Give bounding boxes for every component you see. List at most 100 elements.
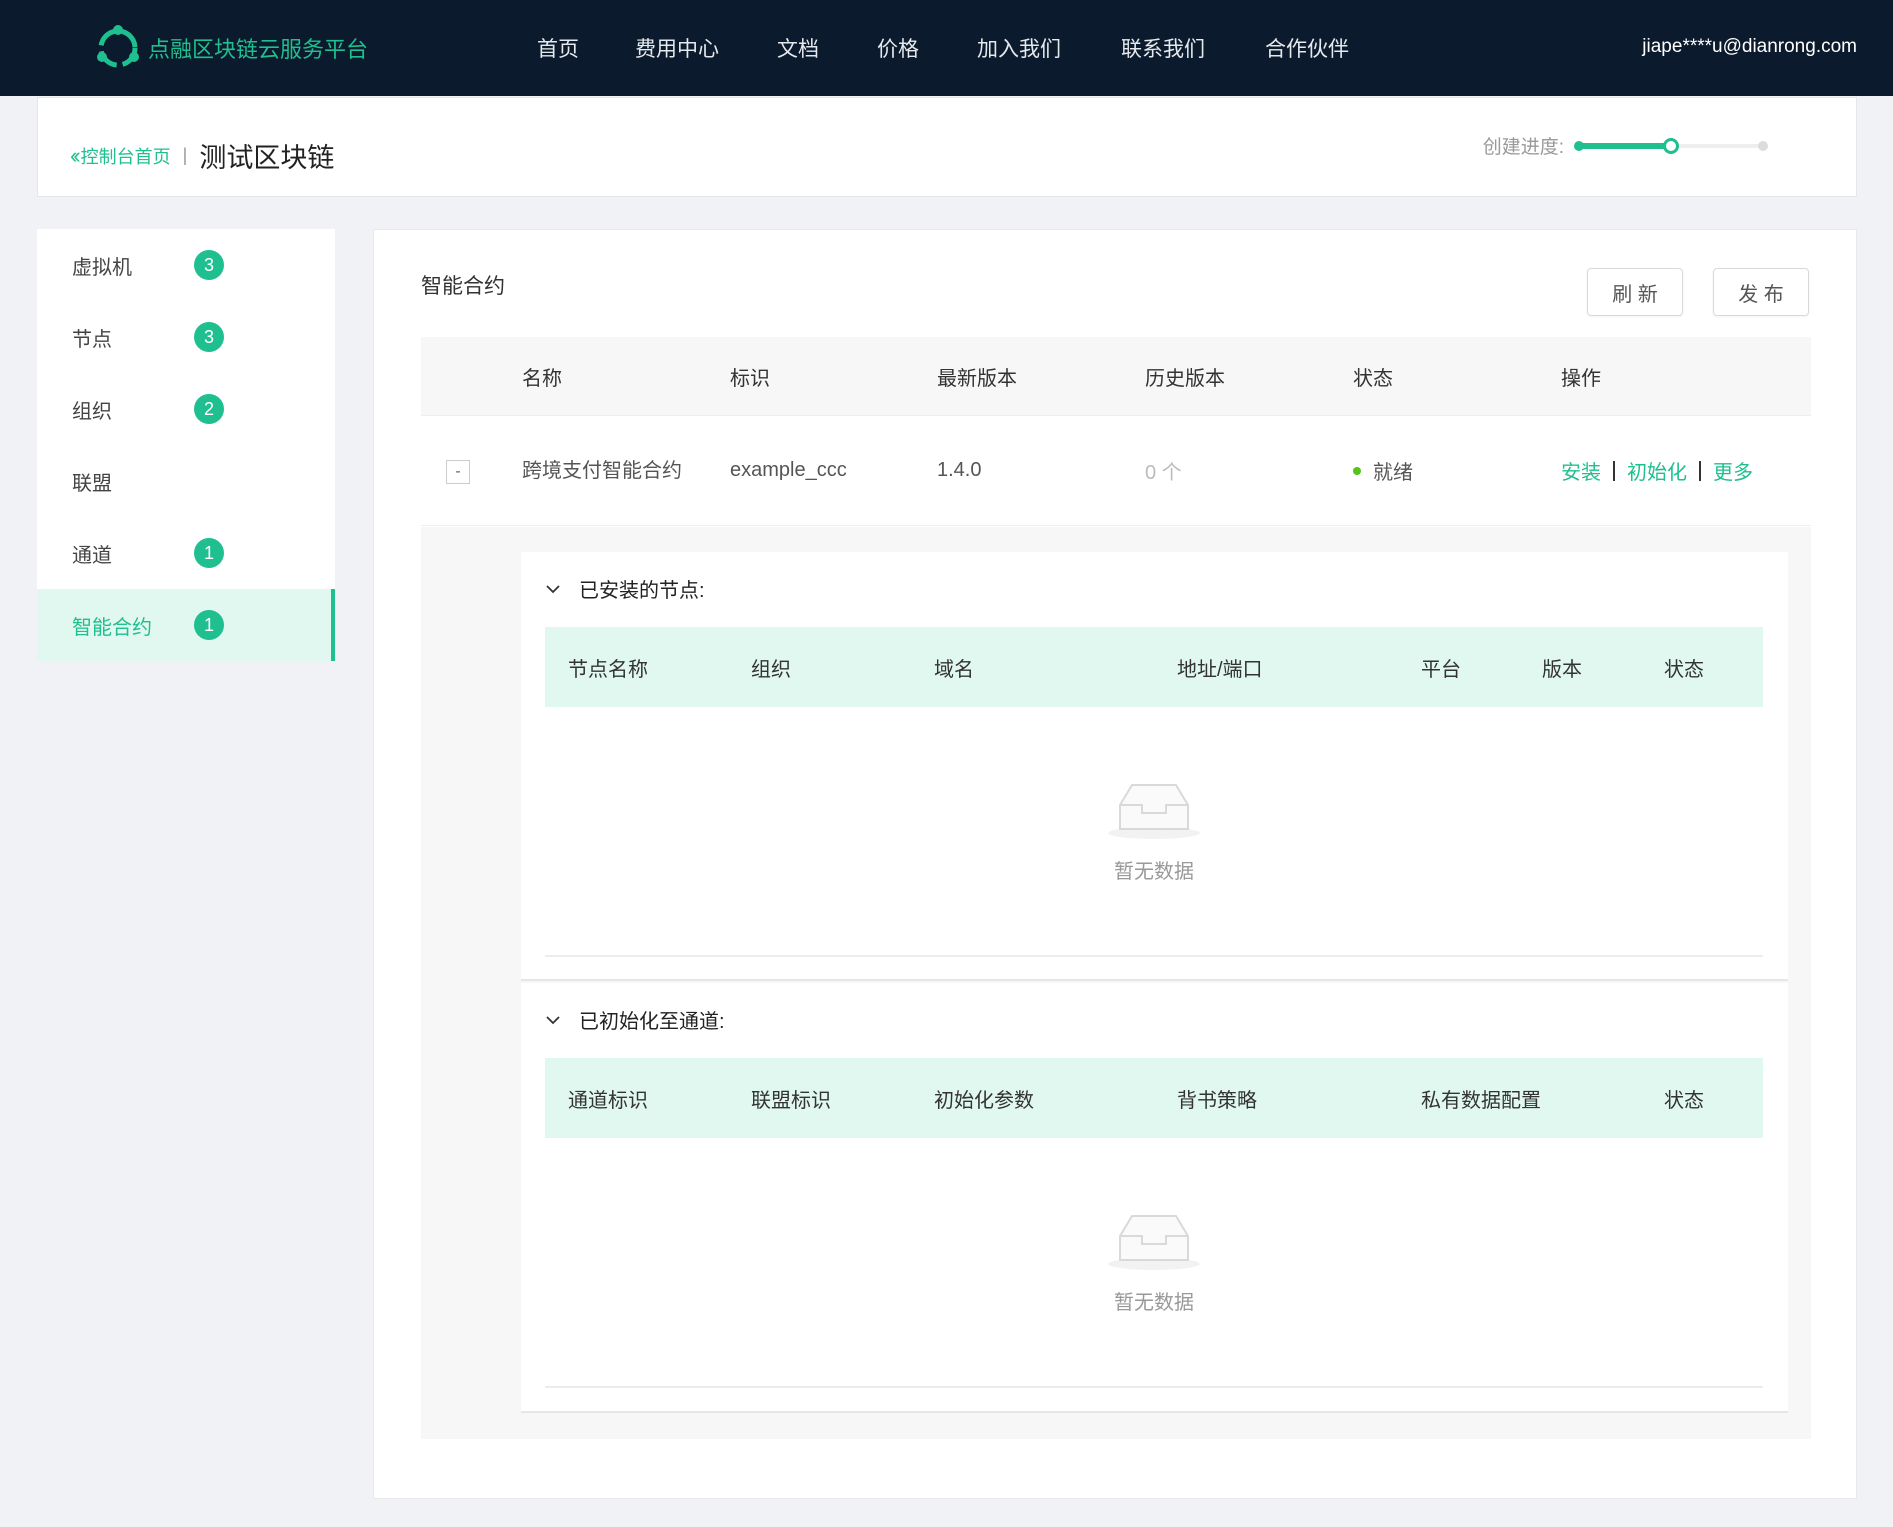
status-text: 就绪	[1373, 462, 1413, 484]
installed-nodes-panel: 已安装的节点: 节点名称 组织 域名 地址/端口 平台 版本 状态 暂无数据	[521, 552, 1788, 981]
initialized-channels-header: 通道标识 联盟标识 初始化参数 背书策略 私有数据配置 状态	[545, 1058, 1763, 1138]
count-badge: 2	[194, 394, 224, 424]
install-link[interactable]: 安装	[1561, 456, 1601, 485]
empty-inbox-icon	[1108, 1214, 1200, 1270]
contract-history-count: 0 个	[1145, 462, 1182, 484]
nav-item-home[interactable]: 首页	[537, 33, 579, 63]
row-actions: 安装 初始化 更多	[1561, 416, 1753, 525]
column-header-consortium-id: 联盟标识	[751, 1089, 831, 1112]
table-row: - 跨境支付智能合约 example_ccc 1.4.0 0 个 就绪 安装 初…	[421, 416, 1811, 526]
sidebar-item-nodes[interactable]: 节点 3	[37, 301, 335, 373]
nav-item-partners[interactable]: 合作伙伴	[1265, 33, 1349, 63]
sidebar-item-label: 智能合约	[72, 616, 152, 639]
empty-state: 暂无数据	[545, 1138, 1763, 1388]
initialized-channels-panel: 已初始化至通道: 通道标识 联盟标识 初始化参数 背书策略 私有数据配置 状态 …	[521, 983, 1788, 1413]
sidebar-item-consortium[interactable]: 联盟	[37, 445, 335, 517]
section-title: 智能合约	[421, 275, 505, 298]
count-badge: 3	[194, 250, 224, 280]
top-nav: 点融区块链云服务平台 首页 费用中心 文档 价格 加入我们 联系我们 合作伙伴 …	[0, 0, 1893, 96]
empty-text: 暂无数据	[1114, 860, 1194, 883]
column-header-actions: 操作	[1561, 367, 1601, 390]
progress-end-dot	[1758, 140, 1768, 151]
nav-item-join-us[interactable]: 加入我们	[977, 33, 1061, 63]
column-header-name: 名称	[522, 367, 562, 390]
column-header-private-data-config: 私有数据配置	[1421, 1089, 1541, 1112]
double-chevron-left-icon: ‹‹	[70, 142, 80, 168]
column-header-channel-id: 通道标识	[568, 1089, 648, 1112]
sidebar-item-label: 节点	[72, 328, 112, 351]
logo-text: 点融区块链云服务平台	[148, 37, 369, 62]
column-header-status: 状态	[1664, 1089, 1704, 1112]
main-panel: 智能合约 刷 新 发 布 名称 标识 最新版本 历史版本 状态 操作 - 跨境支…	[373, 229, 1857, 1499]
creation-progress: 创建进度:	[1482, 132, 1768, 159]
collapse-row-button[interactable]: -	[446, 460, 470, 484]
panel-title: 已初始化至通道:	[579, 1011, 725, 1033]
row-expanded-area: 已安装的节点: 节点名称 组织 域名 地址/端口 平台 版本 状态 暂无数据 已…	[421, 527, 1811, 1439]
installed-nodes-header: 节点名称 组织 域名 地址/端口 平台 版本 状态	[545, 627, 1763, 707]
status-dot-icon	[1353, 466, 1361, 475]
action-divider	[1613, 460, 1615, 481]
table-header: 名称 标识 最新版本 历史版本 状态 操作	[421, 337, 1811, 416]
column-header-history-version: 历史版本	[1145, 367, 1225, 390]
column-header-domain: 域名	[934, 658, 974, 681]
action-divider	[1699, 460, 1701, 481]
nav-item-docs[interactable]: 文档	[777, 33, 819, 63]
sidebar: 虚拟机 3 节点 3 组织 2 联盟 通道 1 智能合约 1	[37, 229, 335, 661]
progress-label: 创建进度:	[1482, 137, 1564, 158]
nav-item-billing[interactable]: 费用中心	[635, 33, 719, 63]
progress-fill	[1576, 142, 1671, 149]
more-link[interactable]: 更多	[1713, 456, 1753, 485]
nav-menu: 首页 费用中心 文档 价格 加入我们 联系我们 合作伙伴	[537, 0, 1349, 96]
empty-text: 暂无数据	[1114, 1291, 1194, 1314]
contracts-table: 名称 标识 最新版本 历史版本 状态 操作 - 跨境支付智能合约 example…	[421, 337, 1811, 526]
sidebar-item-channels[interactable]: 通道 1	[37, 517, 335, 589]
sidebar-item-label: 虚拟机	[72, 256, 132, 279]
column-header-status: 状态	[1664, 658, 1704, 681]
sidebar-item-label: 通道	[72, 544, 112, 567]
user-email[interactable]: jiape****u@dianrong.com	[1642, 36, 1857, 58]
back-to-console-link[interactable]: ‹‹ 控制台首页	[70, 143, 171, 169]
count-badge: 1	[194, 610, 224, 640]
contract-status: 就绪	[1353, 416, 1413, 525]
page-header: ‹‹ 控制台首页 | 测试区块链 创建进度:	[37, 97, 1857, 197]
chevron-down-icon	[546, 584, 560, 593]
contract-id: example_ccc	[730, 459, 847, 481]
logo-icon	[97, 25, 139, 68]
breadcrumb: ‹‹ 控制台首页 | 测试区块链	[70, 136, 334, 175]
contract-name: 跨境支付智能合约	[522, 459, 682, 482]
chevron-down-icon	[546, 1015, 560, 1024]
column-header-node-name: 节点名称	[568, 658, 648, 681]
column-header-endorsement-policy: 背书策略	[1177, 1089, 1257, 1112]
column-header-address-port: 地址/端口	[1177, 658, 1263, 681]
column-header-org: 组织	[751, 658, 791, 681]
installed-nodes-toggle[interactable]: 已安装的节点:	[545, 574, 705, 603]
empty-state: 暂无数据	[545, 707, 1763, 957]
publish-button[interactable]: 发 布	[1713, 268, 1809, 316]
column-header-status: 状态	[1353, 367, 1393, 390]
sidebar-item-smart-contracts[interactable]: 智能合约 1	[37, 589, 335, 661]
initialized-channels-toggle[interactable]: 已初始化至通道:	[545, 1005, 725, 1034]
empty-inbox-icon	[1108, 783, 1200, 839]
refresh-button[interactable]: 刷 新	[1587, 268, 1683, 316]
breadcrumb-separator: |	[182, 145, 188, 165]
logo[interactable]: 点融区块链云服务平台	[94, 24, 368, 72]
panel-title: 已安装的节点:	[579, 580, 705, 602]
nav-item-pricing[interactable]: 价格	[877, 33, 919, 63]
contract-version: 1.4.0	[937, 459, 982, 481]
column-header-platform: 平台	[1421, 658, 1461, 681]
progress-track	[1574, 136, 1768, 156]
sidebar-item-vm[interactable]: 虚拟机 3	[37, 229, 335, 301]
count-badge: 1	[194, 538, 224, 568]
count-badge: 3	[194, 322, 224, 352]
sidebar-item-label: 联盟	[72, 472, 112, 495]
column-header-version: 版本	[1542, 658, 1582, 681]
sidebar-item-label: 组织	[72, 400, 112, 423]
column-header-init-params: 初始化参数	[934, 1089, 1034, 1112]
progress-start-dot	[1574, 140, 1584, 151]
sidebar-item-orgs[interactable]: 组织 2	[37, 373, 335, 445]
initialize-link[interactable]: 初始化	[1627, 456, 1687, 485]
column-header-id: 标识	[730, 367, 770, 390]
progress-knob	[1663, 137, 1679, 154]
nav-item-contact-us[interactable]: 联系我们	[1121, 33, 1205, 63]
column-header-latest-version: 最新版本	[937, 367, 1017, 390]
